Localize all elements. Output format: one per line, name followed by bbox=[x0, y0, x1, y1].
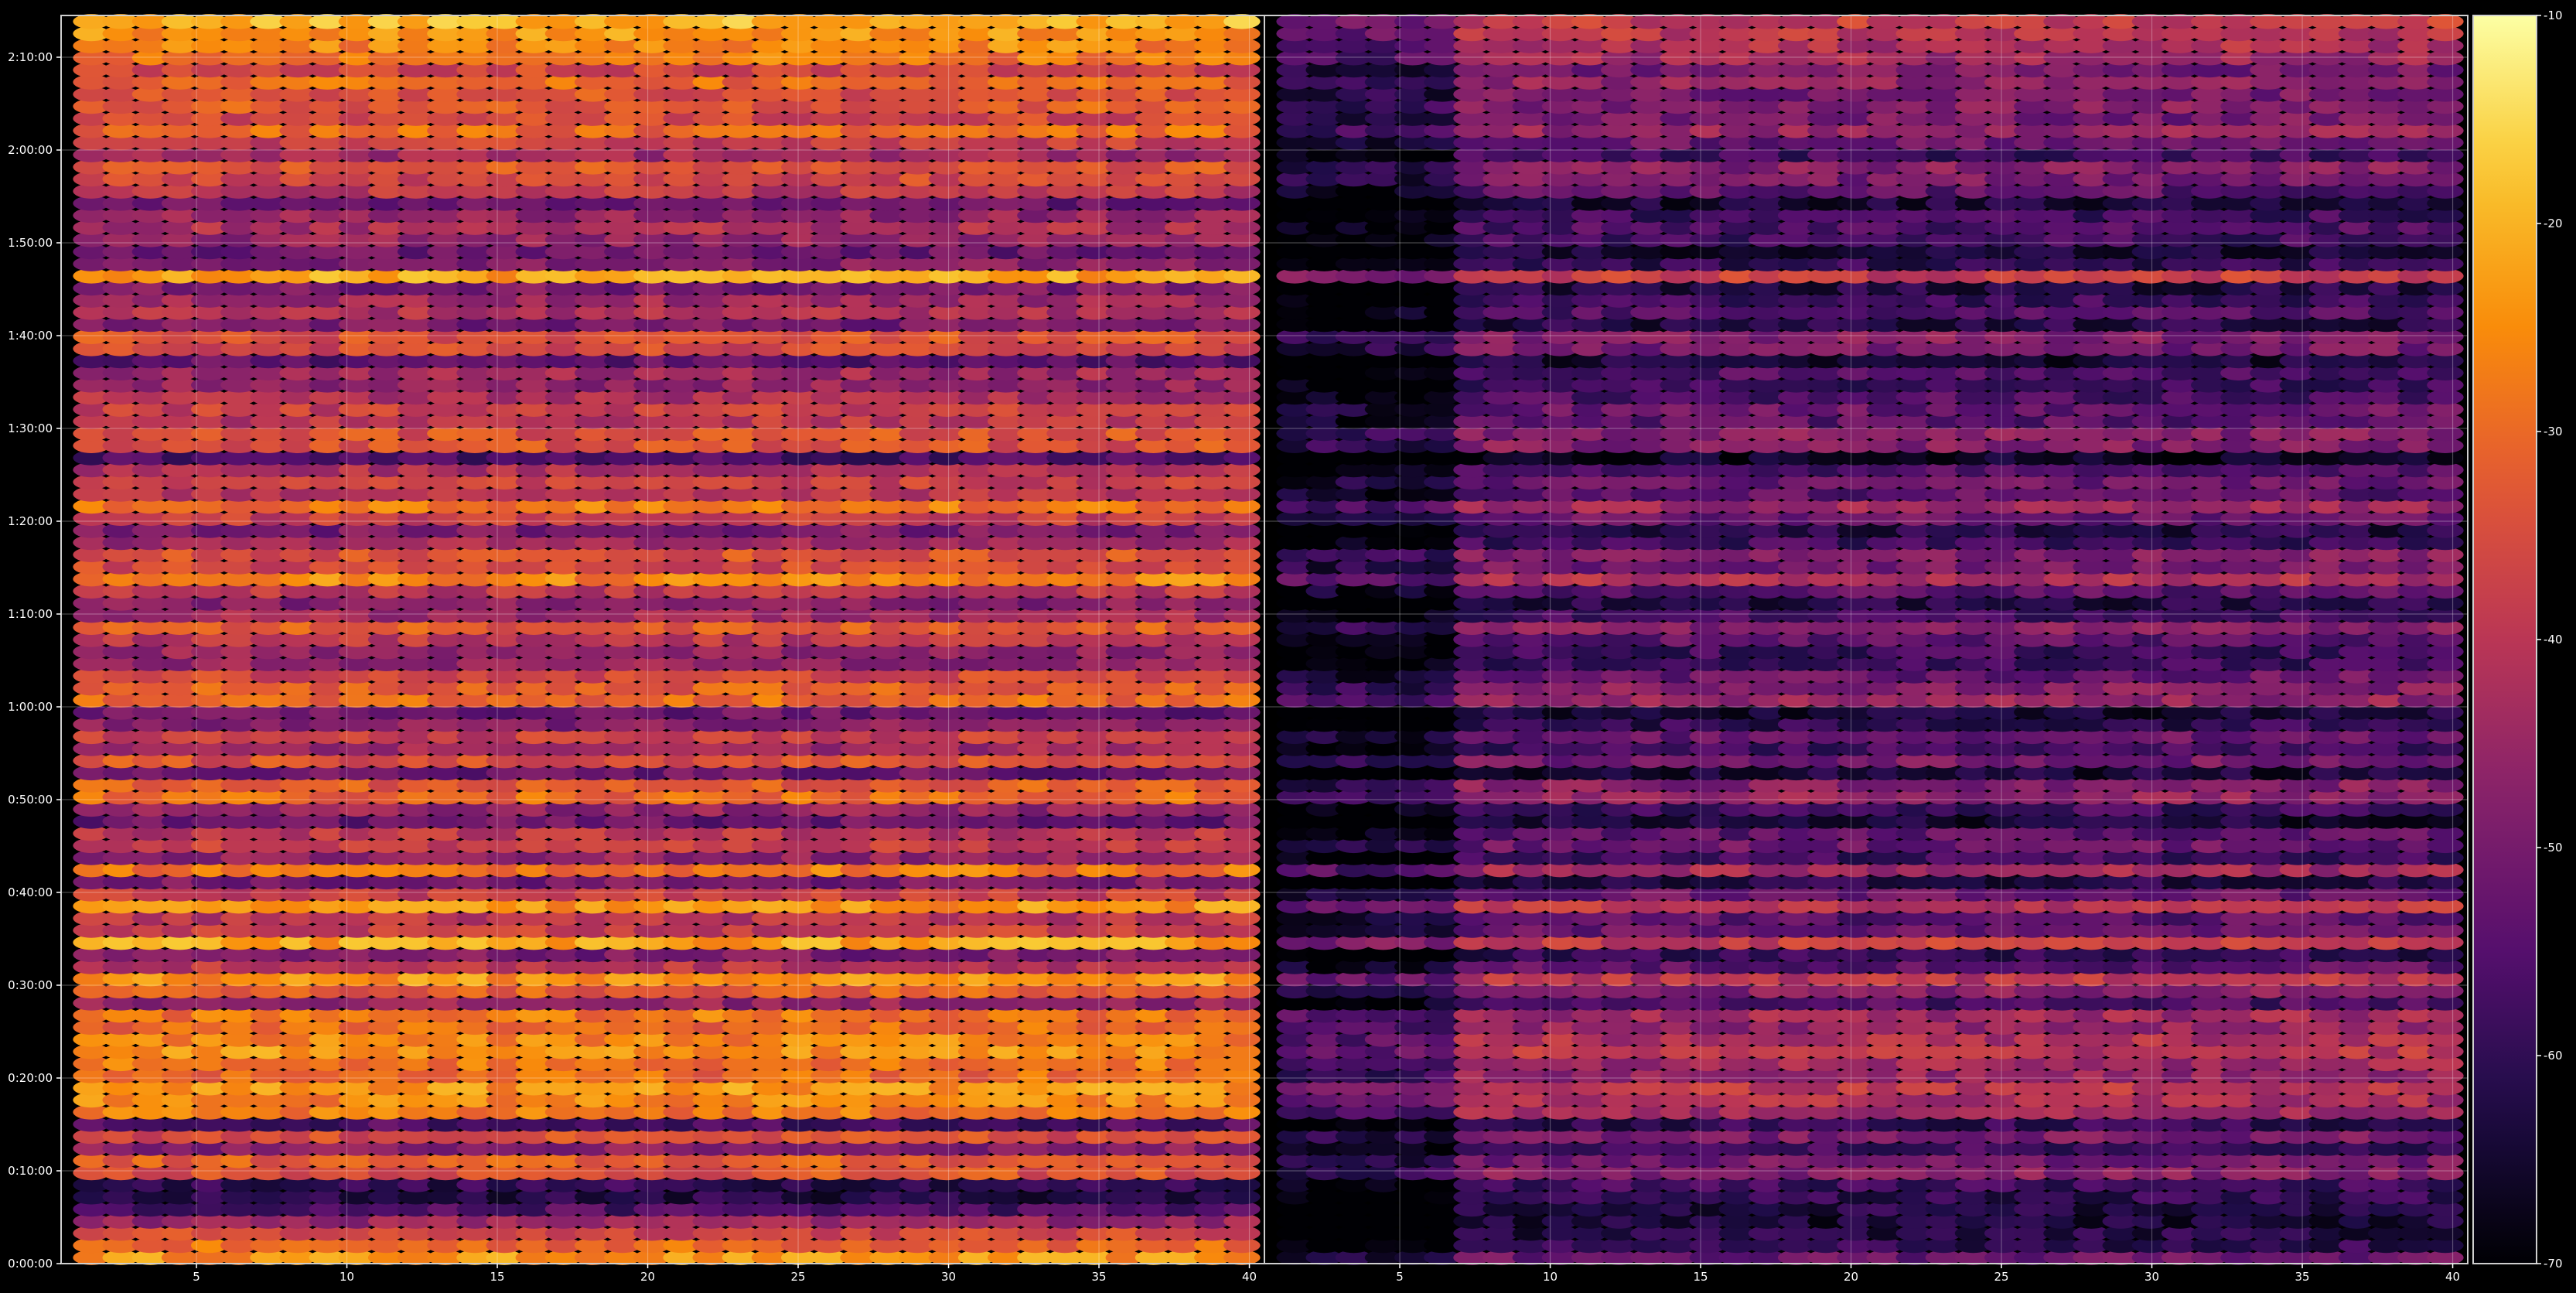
panel-1: 5 10 15 20 25 30 35 40 bbox=[60, 14, 1265, 1284]
x-tick-label: 35 bbox=[1092, 1270, 1107, 1284]
x-tick-label: 40 bbox=[1242, 1270, 1257, 1284]
heatmap-cell bbox=[1223, 14, 1261, 29]
x-tick-label: 20 bbox=[640, 1270, 655, 1284]
x-tick-label: 5 bbox=[193, 1270, 200, 1284]
heatmap-figure: 5 10 15 20 25 30 35 40 5 10 15 20 25 30 35 40 0:00:000:… bbox=[0, 0, 2576, 1293]
x-tick-label: 25 bbox=[791, 1270, 806, 1284]
x-tick-label: 10 bbox=[339, 1270, 354, 1284]
panel-2: 5 10 15 20 25 30 35 40 bbox=[1264, 14, 2469, 1284]
x-tick-label: 15 bbox=[490, 1270, 505, 1284]
x-tick-label: 30 bbox=[941, 1270, 956, 1284]
